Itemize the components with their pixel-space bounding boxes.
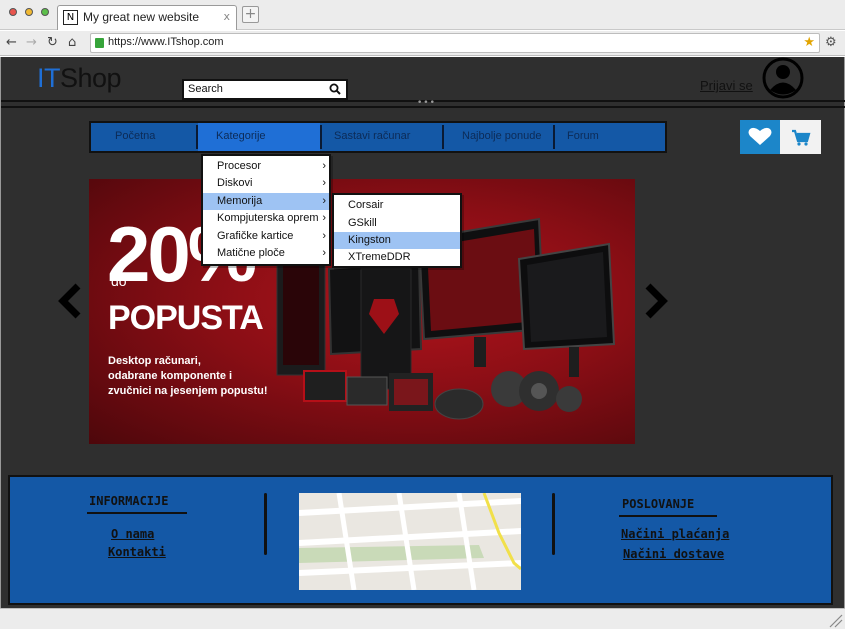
submenu-item-gskill[interactable]: GSkill: [334, 215, 460, 232]
lock-icon: [95, 38, 104, 48]
logo-shop-text: Shop: [60, 63, 122, 93]
tab-close-icon[interactable]: x: [223, 10, 230, 23]
cart-icon: [792, 129, 811, 146]
bookmark-icon[interactable]: ★: [803, 35, 815, 50]
menu-item-kompjuterska-oprema[interactable]: Kompjuterska oprem ›: [203, 210, 329, 227]
home-icon[interactable]: ⌂: [68, 35, 76, 50]
logo-it-text: IT: [37, 63, 61, 93]
browser-tab[interactable]: N My great new website x: [57, 5, 237, 30]
nav-item-forum[interactable]: Forum: [567, 123, 599, 151]
submenu-item-xtremeddr[interactable]: XTremeDDR: [334, 249, 460, 266]
nav-item-kategorije[interactable]: Kategorije: [216, 123, 266, 151]
search-icon[interactable]: [329, 83, 341, 95]
menu-item-diskovi[interactable]: Diskovi ›: [203, 175, 329, 192]
site-logo[interactable]: ITShop: [37, 63, 122, 94]
search-placeholder: Search: [188, 83, 223, 95]
maximize-window-button[interactable]: [41, 8, 49, 16]
footer-business-title: POSLOVANJE: [622, 497, 695, 511]
login-link[interactable]: Prijavi se: [700, 78, 753, 93]
footer-separator: [264, 493, 267, 555]
carousel-prev-icon[interactable]: [58, 283, 84, 319]
banner-popusta: POPUSTA: [108, 299, 264, 337]
nav-separator: [196, 125, 198, 149]
nav-separator: [553, 125, 555, 149]
minimize-window-button[interactable]: [25, 8, 33, 16]
resize-grip-icon[interactable]: [827, 612, 843, 628]
address-bar[interactable]: https://www.ITshop.com ★: [90, 33, 820, 53]
browser-tab-bar: N My great new website x +: [0, 0, 845, 30]
nav-item-pocetna[interactable]: Početna: [115, 123, 155, 151]
footer-info-underline: [87, 512, 187, 514]
chevron-right-icon: ›: [322, 247, 326, 259]
chevron-right-icon: ›: [322, 212, 326, 224]
map-image[interactable]: [299, 493, 521, 590]
footer-info-title: INFORMACIJE: [89, 494, 169, 508]
submenu-item-corsair[interactable]: Corsair: [334, 197, 460, 214]
footer-link-o-nama[interactable]: O nama: [111, 527, 154, 541]
browser-toolbar: ← → ↻ ⌂ https://www.ITshop.com ★ ⚙: [0, 31, 845, 56]
gear-icon[interactable]: ⚙: [825, 35, 837, 50]
footer-business-underline: [619, 515, 717, 517]
url-text: https://www.ITshop.com: [108, 36, 224, 48]
footer-separator: [552, 493, 555, 555]
menu-item-graficke-kartice[interactable]: Grafičke kartice ›: [203, 228, 329, 245]
banner-desc-line: zvučnici na jesenjem popustu!: [108, 385, 268, 397]
user-avatar-icon[interactable]: [762, 57, 804, 99]
memory-submenu: Corsair GSkill Kingston XTremeDDR: [332, 193, 462, 268]
menu-item-maticne-ploce[interactable]: Matične ploče ›: [203, 245, 329, 262]
forward-arrow-icon[interactable]: →: [26, 35, 37, 50]
reload-icon[interactable]: ↻: [47, 35, 58, 50]
footer-link-nacini-dostave[interactable]: Načini dostave: [623, 547, 724, 561]
tab-favicon-icon: N: [63, 10, 78, 25]
banner-desc-line: odabrane komponente i: [108, 370, 233, 382]
banner-do: do: [111, 273, 127, 289]
chevron-right-icon: ›: [322, 160, 326, 172]
footer: INFORMACIJE O nama Kontakti POSLOVANJE N…: [8, 475, 833, 605]
footer-link-kontakti[interactable]: Kontakti: [108, 545, 166, 559]
resize-handle[interactable]: •••: [417, 98, 436, 108]
menu-item-memorija[interactable]: Memorija ›: [203, 193, 329, 210]
favorites-button[interactable]: [740, 120, 780, 154]
page-viewport: ITShop Search Prijavi se ••• Početna Kat…: [0, 57, 845, 608]
heart-icon: [748, 127, 772, 145]
chevron-right-icon: ›: [322, 195, 326, 207]
search-input[interactable]: Search: [182, 79, 348, 100]
status-bar: [0, 608, 845, 629]
nav-separator: [442, 125, 444, 149]
carousel-next-icon[interactable]: [642, 283, 668, 319]
footer-link-nacini-placanja[interactable]: Načini plaćanja: [621, 527, 729, 541]
nav-separator: [320, 125, 322, 149]
close-window-button[interactable]: [9, 8, 17, 16]
categories-dropdown: Procesor › Diskovi › Memorija › Kompjutersk…: [201, 154, 331, 266]
cart-button[interactable]: [780, 120, 821, 154]
back-arrow-icon[interactable]: ←: [6, 35, 17, 50]
chevron-right-icon: ›: [322, 230, 326, 242]
main-nav: Početna Kategorije Sastavi računar Najbo…: [89, 121, 667, 153]
banner-desc-line: Desktop računari,: [108, 355, 201, 367]
banner-description: Desktop računari, odabrane komponente i …: [108, 354, 268, 399]
menu-item-procesor[interactable]: Procesor ›: [203, 158, 329, 175]
nav-item-sastavi-racunar[interactable]: Sastavi računar: [334, 123, 410, 151]
new-tab-button[interactable]: +: [242, 6, 259, 23]
tab-title: My great new website: [83, 10, 200, 24]
submenu-item-kingston[interactable]: Kingston: [334, 232, 460, 249]
nav-item-najbolje-ponude[interactable]: Najbolje ponude: [462, 123, 542, 151]
chevron-right-icon: ›: [322, 177, 326, 189]
